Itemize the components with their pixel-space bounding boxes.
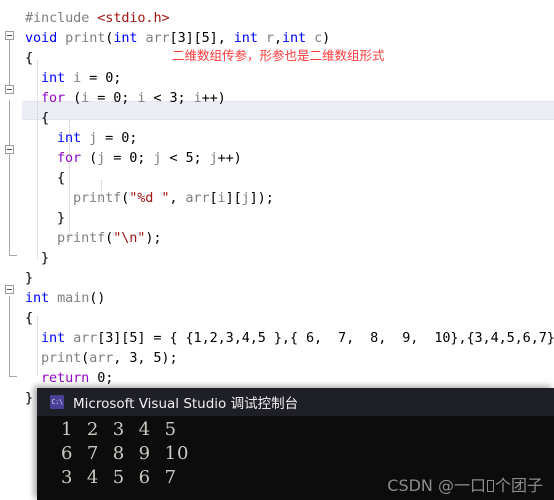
code-line: } xyxy=(41,250,50,266)
code-line: print(arr, 3, 5); xyxy=(41,350,178,366)
code-line: { xyxy=(25,310,34,326)
code-line: { xyxy=(41,110,50,126)
indent-guide xyxy=(37,60,38,260)
code-line: } xyxy=(25,270,34,286)
watermark-suffix: 个团子 xyxy=(494,476,543,495)
fold-guide-line xyxy=(9,100,10,255)
watermark-prefix: CSDN @一口 xyxy=(387,476,486,495)
code-line: for (i = 0; i < 3; i++) xyxy=(41,90,226,106)
code-line: int j = 0; xyxy=(57,130,138,146)
missing-glyph-box-icon xyxy=(486,480,494,492)
code-line: int arr[3][5] = { {1,2,3,4,5 },{ 6, 7, 8… xyxy=(41,330,554,346)
code-line: int main() xyxy=(25,290,106,306)
code-folding-margin[interactable] xyxy=(0,0,22,500)
fold-guide-end xyxy=(9,376,17,377)
console-titlebar[interactable]: C:\ Microsoft Visual Studio 调试控制台 xyxy=(37,388,554,416)
fold-toggle-icon[interactable] xyxy=(5,31,14,40)
console-output-row: 1 2 3 4 5 xyxy=(61,419,178,440)
fold-guide-line xyxy=(9,38,10,90)
debug-console-window[interactable]: C:\ Microsoft Visual Studio 调试控制台 1 2 3 … xyxy=(37,388,554,500)
console-title-text: Microsoft Visual Studio 调试控制台 xyxy=(73,396,299,412)
fold-toggle-icon[interactable] xyxy=(5,285,14,294)
code-line: for (j = 0; j < 5; j++) xyxy=(57,150,242,166)
fold-guide-end xyxy=(9,255,17,256)
code-line: } xyxy=(57,210,66,226)
code-line: int i = 0; xyxy=(41,70,122,86)
code-line: printf("\n"); xyxy=(57,230,162,246)
code-line: return 0; xyxy=(41,370,114,386)
red-annotation-text: 二维数组传参，形参也是二维数组形式 xyxy=(172,48,385,63)
code-line: void print(int arr[3][5], int r,int c) xyxy=(25,30,331,46)
fold-toggle-icon[interactable] xyxy=(5,145,14,154)
csdn-watermark: CSDN @一口 个团子 xyxy=(387,472,543,496)
code-line: { xyxy=(57,170,66,186)
console-output-row: 3 4 5 6 7 xyxy=(61,467,178,488)
code-line: } xyxy=(25,390,34,406)
fold-guide-line xyxy=(9,296,10,376)
code-line: { xyxy=(25,50,34,66)
indent-guide xyxy=(37,316,38,376)
console-cmd-icon: C:\ xyxy=(50,395,64,409)
code-line: printf("%d ", arr[i][j]); xyxy=(73,190,274,206)
fold-toggle-icon[interactable] xyxy=(5,85,14,94)
console-output-row: 6 7 8 9 10 xyxy=(61,443,190,464)
code-line: #include <stdio.h> xyxy=(25,10,170,26)
console-output-area[interactable]: 1 2 3 4 5 6 7 8 9 10 3 4 5 6 7 CSDN @一口个… xyxy=(37,416,554,500)
